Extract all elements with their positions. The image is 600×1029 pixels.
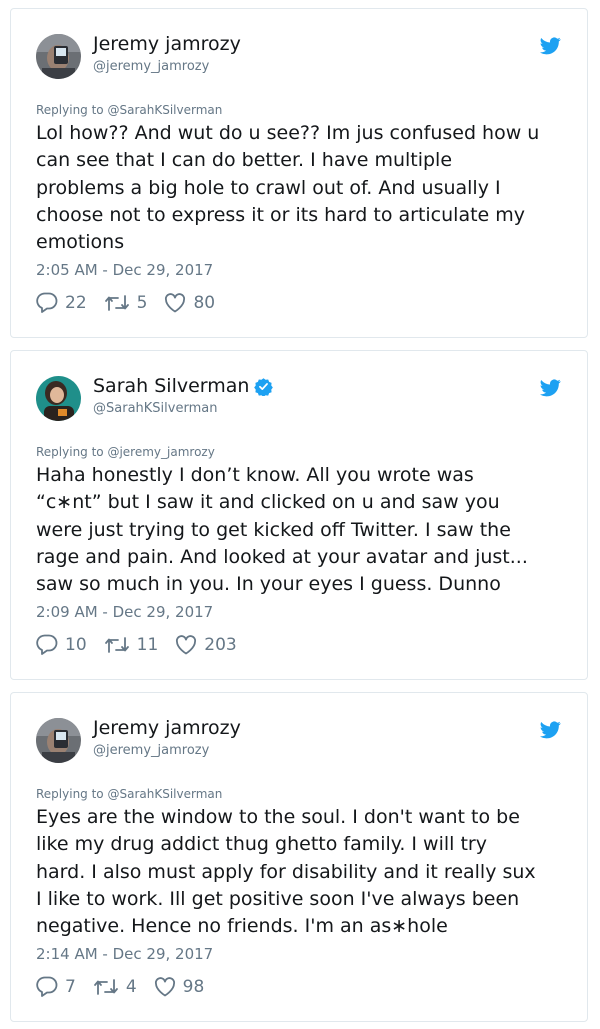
like-count: 80	[193, 292, 216, 313]
tweet-text-line: Haha honestly I don’t know. All you wrot…	[36, 464, 474, 486]
avatar[interactable]	[36, 718, 81, 763]
replying-to[interactable]: Replying to @SarahKSilverman	[36, 787, 222, 801]
retweet-icon	[104, 636, 129, 653]
replying-to[interactable]: Replying to @jeremy_jamrozy	[36, 445, 215, 459]
display-name[interactable]: Sarah Silverman	[93, 375, 274, 397]
reply-count: 22	[65, 292, 87, 313]
retweet-count: 5	[136, 292, 148, 313]
retweet-count: 11	[136, 634, 159, 655]
tweet-text-line: Eyes are the window to the soul. I don't…	[36, 806, 520, 828]
tweet-text-line: hard. I also must apply for disability a…	[36, 860, 536, 883]
tweet-text-line: negative. Hence no friends. I'm an as∗ho…	[36, 915, 448, 938]
reply-button[interactable]: 7	[36, 976, 76, 997]
tweet-card-2[interactable]: Sarah Silverman @SarahKSilverman Replyin…	[10, 350, 588, 680]
tweet-text-line: can see that I can do better. I have mul…	[36, 149, 453, 172]
tweet-text-line: problems a big hole to crawl out of. And…	[36, 176, 501, 199]
display-name[interactable]: Jeremy jamrozy	[93, 717, 241, 739]
twitter-bird-icon[interactable]	[540, 721, 561, 739]
display-name-text: Jeremy jamrozy	[93, 717, 241, 739]
tweet-text: Haha honestly I don’t know. All you wrot…	[36, 462, 576, 598]
reply-icon	[36, 292, 58, 313]
action-bar: 7 4 98	[36, 976, 221, 997]
twitter-bird-icon[interactable]	[540, 37, 561, 55]
tweet-text-line: Lol how?? And wut do u see?? Im jus conf…	[36, 122, 540, 144]
tweet-text: Lol how?? And wut do u see?? Im jus conf…	[36, 120, 576, 256]
action-bar: 10 11 203	[36, 634, 254, 655]
reply-count: 7	[65, 976, 76, 997]
reply-button[interactable]: 22	[36, 292, 87, 313]
replying-to[interactable]: Replying to @SarahKSilverman	[36, 103, 222, 117]
tweet-text-line: like my drug addict thug ghetto family. …	[36, 833, 487, 856]
heart-icon	[154, 976, 175, 996]
display-name-text: Sarah Silverman	[93, 375, 250, 397]
avatar[interactable]	[36, 34, 81, 79]
retweet-count: 4	[125, 976, 137, 997]
tweet-text-line: rage and pain. And looked at your avatar…	[36, 545, 528, 568]
reply-count: 10	[65, 634, 87, 655]
timestamp[interactable]: 2:05 AM - Dec 29, 2017	[36, 261, 213, 279]
reply-button[interactable]: 10	[36, 634, 87, 655]
avatar[interactable]	[36, 376, 81, 421]
tweet-text-line: were just trying to get kicked off Twitt…	[36, 518, 511, 541]
user-handle[interactable]: @jeremy_jamrozy	[93, 743, 209, 758]
tweet-text: Eyes are the window to the soul. I don't…	[36, 804, 576, 940]
user-handle[interactable]: @SarahKSilverman	[93, 401, 217, 416]
tweet-text-line: “c∗nt” but I saw it and clicked on u and…	[36, 491, 500, 514]
like-button[interactable]: 80	[164, 293, 215, 313]
display-name[interactable]: Jeremy jamrozy	[93, 33, 241, 55]
tweet-text-line: I like to work. Ill get positive soon I'…	[36, 887, 520, 910]
action-bar: 22 5 80	[36, 292, 232, 313]
retweet-icon	[93, 978, 118, 995]
tweet-card-1[interactable]: Jeremy jamrozy @jeremy_jamrozy Replying …	[10, 8, 588, 338]
timestamp[interactable]: 2:09 AM - Dec 29, 2017	[36, 603, 213, 621]
heart-icon	[165, 292, 186, 312]
retweet-icon	[104, 294, 129, 311]
retweet-button[interactable]: 11	[104, 634, 159, 655]
tweet-text-line: emotions	[36, 231, 125, 254]
verified-badge-icon	[254, 377, 274, 396]
like-count: 203	[204, 634, 237, 655]
reply-icon	[36, 634, 58, 655]
retweet-button[interactable]: 5	[104, 292, 148, 313]
heart-icon	[176, 634, 197, 654]
like-count: 98	[182, 976, 205, 997]
retweet-button[interactable]: 4	[93, 977, 137, 997]
display-name-text: Jeremy jamrozy	[93, 33, 241, 55]
like-button[interactable]: 203	[175, 634, 237, 655]
twitter-bird-icon[interactable]	[540, 379, 561, 397]
user-handle[interactable]: @jeremy_jamrozy	[93, 59, 209, 74]
timestamp[interactable]: 2:14 AM - Dec 29, 2017	[36, 945, 213, 963]
reply-icon	[36, 976, 58, 997]
tweet-card-3[interactable]: Jeremy jamrozy @jeremy_jamrozy Replying …	[10, 692, 588, 1022]
tweet-text-line: saw so much in you. In your eyes I guess…	[36, 573, 501, 596]
tweet-text-line: choose not to express it or its hard to …	[36, 203, 526, 226]
like-button[interactable]: 98	[154, 976, 205, 997]
